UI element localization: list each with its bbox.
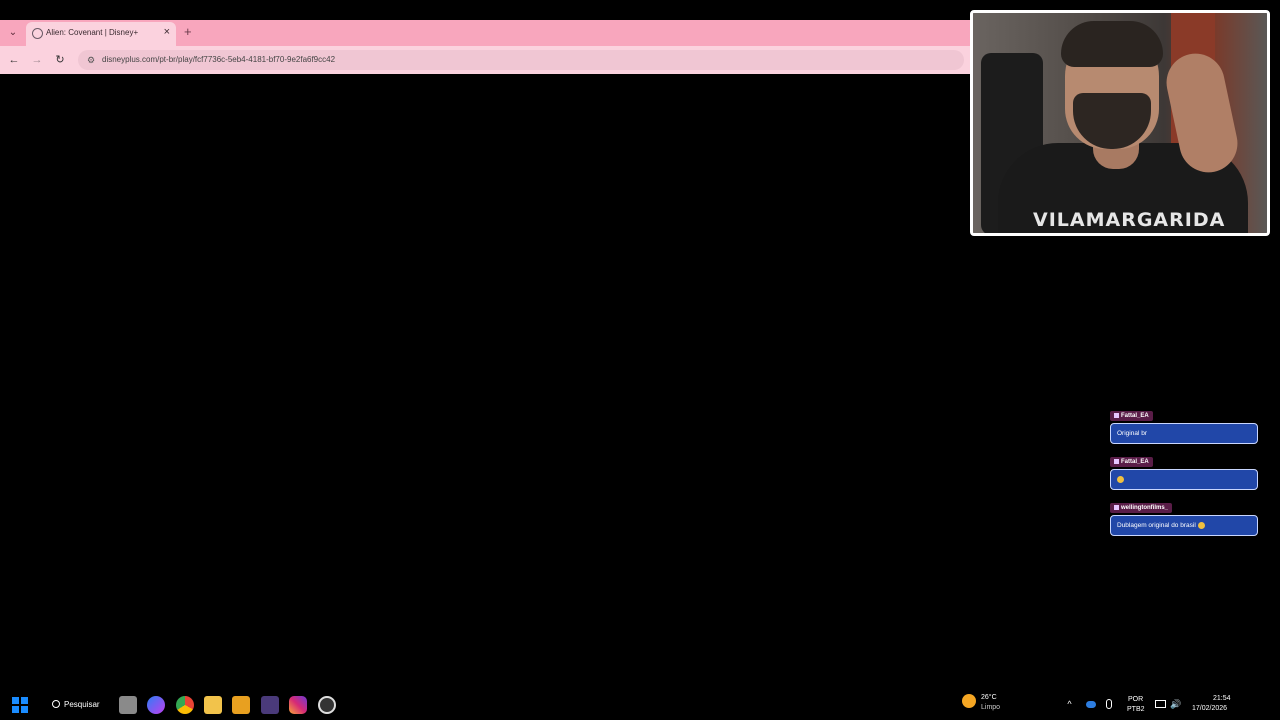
copilot-icon[interactable]: [147, 696, 165, 714]
weather-icon[interactable]: [962, 694, 976, 708]
windows-taskbar: Pesquisar 26°C Limpo ^ POR PTB2 🔊 21:54 …: [0, 690, 1280, 720]
chat-bubble: Original br: [1110, 423, 1258, 444]
weather-temperature: 26°C: [981, 694, 997, 701]
chat-message: wellingtonfilms_ Dublagem original do br…: [1110, 496, 1260, 536]
clock-time[interactable]: 21:54: [1213, 695, 1231, 702]
badge-icon: [1114, 504, 1119, 510]
emote-icon: [1197, 521, 1205, 529]
badge-icon: [1114, 458, 1119, 464]
tab-search-icon[interactable]: ⌄: [6, 26, 20, 40]
chat-username-text: Fattal_EA: [1121, 413, 1149, 419]
app-icon[interactable]: [261, 696, 279, 714]
obs-icon[interactable]: [318, 696, 336, 714]
emote-icon: [1117, 475, 1124, 483]
keyboard-layout[interactable]: PTB2: [1127, 706, 1145, 713]
instagram-icon[interactable]: [289, 696, 307, 714]
url-text[interactable]: disneyplus.com/pt-br/play/fcf7736c-5eb4-…: [102, 55, 335, 64]
chat-username: Fattal_EA: [1110, 411, 1153, 421]
windows-start-icon[interactable]: [12, 697, 28, 713]
chat-text: Dublagem original do brasil: [1117, 522, 1196, 529]
sublime-icon[interactable]: [232, 696, 250, 714]
forward-button[interactable]: →: [29, 52, 45, 68]
screen: ⌄ Alien: Covenant | Disney+ × + ← → ↻ ⚙ …: [0, 0, 1280, 720]
browser-tab-strip: ⌄ Alien: Covenant | Disney+ × +: [0, 20, 970, 46]
shirt-print: VILAMARGARIDA: [1033, 209, 1226, 231]
chat-message: Fattal_EA Original br: [1110, 404, 1260, 444]
chat-username-text: Fattal_EA: [1121, 459, 1149, 465]
chat-username-text: wellingtonfilms_: [1121, 505, 1169, 511]
stream-chat-overlay: Fattal_EA Original br Fattal_EA wellingt…: [1110, 404, 1260, 542]
new-tab-button[interactable]: +: [184, 24, 192, 39]
tab-title: Alien: Covenant | Disney+: [46, 28, 139, 37]
tab-close-icon[interactable]: ×: [164, 26, 170, 38]
chevron-up-icon[interactable]: ^: [1064, 699, 1075, 710]
chat-message: Fattal_EA: [1110, 450, 1260, 490]
file-explorer-icon[interactable]: [204, 696, 222, 714]
chat-bubble: Dublagem original do brasil: [1110, 515, 1258, 536]
tab-alien-covenant[interactable]: Alien: Covenant | Disney+ ×: [26, 22, 176, 46]
browser-toolbar: ← → ↻ ⚙ disneyplus.com/pt-br/play/fcf773…: [0, 46, 970, 74]
weather-condition: Limpo: [981, 704, 1001, 711]
chat-username: wellingtonfilms_: [1110, 503, 1173, 513]
search-label: Pesquisar: [64, 700, 100, 709]
language-indicator[interactable]: POR: [1128, 696, 1143, 703]
onedrive-icon[interactable]: [1086, 701, 1096, 708]
taskbar-search-button[interactable]: Pesquisar: [44, 695, 104, 715]
microphone-icon[interactable]: [1106, 699, 1112, 709]
task-view-icon[interactable]: [119, 696, 137, 714]
chat-username: Fattal_EA: [1110, 457, 1153, 467]
network-icon[interactable]: [1155, 700, 1166, 708]
chat-bubble: [1110, 469, 1258, 490]
clock-date[interactable]: 17/02/2026: [1192, 705, 1227, 712]
webcam-overlay: VILAMARGARIDA: [970, 10, 1270, 236]
back-button[interactable]: ←: [6, 52, 22, 68]
volume-icon[interactable]: 🔊: [1170, 699, 1181, 710]
chrome-icon[interactable]: [176, 696, 194, 714]
reload-button[interactable]: ↻: [52, 52, 68, 68]
search-icon: [52, 700, 60, 708]
disney-favicon-icon: [32, 28, 43, 39]
site-info-icon[interactable]: ⚙: [85, 54, 97, 66]
webcam-person-hair: [1061, 21, 1163, 67]
address-bar[interactable]: ⚙ disneyplus.com/pt-br/play/fcf7736c-5eb…: [78, 50, 964, 70]
badge-icon: [1114, 412, 1119, 418]
